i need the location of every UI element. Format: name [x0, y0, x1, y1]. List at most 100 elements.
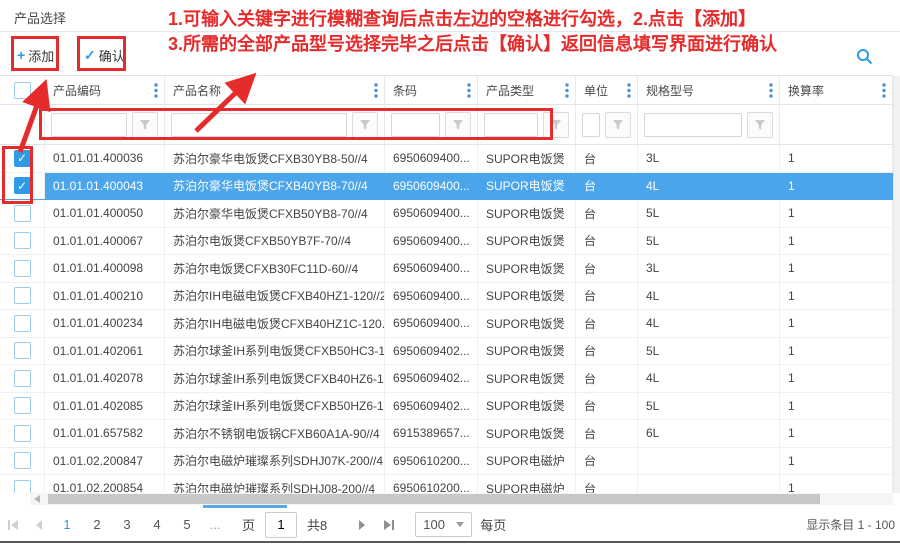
row-checkbox[interactable] [14, 480, 31, 493]
row-checkbox[interactable] [14, 287, 31, 304]
row-checkbox[interactable] [14, 425, 31, 442]
filter-funnel-icon[interactable] [747, 112, 773, 138]
page-number-input[interactable] [265, 512, 297, 538]
search-icon[interactable] [856, 48, 873, 65]
cell-unit: 台 [576, 310, 638, 337]
table-row[interactable]: 01.01.01.657582苏泊尔不锈钢电饭锅CFXB60A1A-90//46… [0, 420, 893, 448]
column-menu-icon[interactable] [467, 83, 471, 98]
cell-spec: 4L [638, 283, 780, 310]
cell-type: SUPOR电饭煲 [478, 420, 576, 447]
table-row[interactable]: 01.01.01.400098苏泊尔电饭煲CFXB30FC11D-60//469… [0, 255, 893, 283]
row-checkbox[interactable] [14, 232, 31, 249]
cell-spec: 3L [638, 145, 780, 172]
header-cell-spec[interactable]: 规格型号 [638, 76, 780, 104]
cell-spec: 5L [638, 228, 780, 255]
cell-type: SUPOR电饭煲 [478, 365, 576, 392]
column-menu-icon[interactable] [154, 83, 158, 98]
table-row[interactable]: 01.01.01.400234苏泊尔IH电磁电饭煲CFXB40HZ1C-120.… [0, 310, 893, 338]
scroll-left-icon[interactable] [34, 495, 40, 503]
cell-code: 01.01.02.200854 [45, 475, 165, 493]
window-bottom-edge [0, 541, 900, 543]
filter-input-spec[interactable] [644, 113, 742, 137]
row-checkbox[interactable] [14, 260, 31, 277]
select-all-checkbox[interactable] [14, 82, 31, 99]
page-number-1[interactable]: 1 [52, 517, 82, 532]
last-page-icon[interactable] [375, 519, 401, 531]
horizontal-scrollbar-thumb[interactable] [48, 494, 820, 504]
table-row[interactable]: 01.01.01.400050苏泊尔豪华电饭煲CFXB50YB8-70//469… [0, 200, 893, 228]
table-row[interactable]: 01.01.01.402061苏泊尔球釜IH系列电饭煲CFXB50HC3-1..… [0, 338, 893, 366]
row-checkbox[interactable] [14, 452, 31, 469]
product-select-window: 产品选择 + 添加 ✓ 确认 产品编码产品名称条码产品类型单位规格型号换算率 ✓… [0, 0, 900, 545]
column-menu-icon[interactable] [565, 83, 569, 98]
per-page-label: 每页 [480, 515, 506, 534]
cell-rate: 1 [780, 283, 893, 310]
cell-code: 01.01.01.400210 [45, 283, 165, 310]
column-menu-icon[interactable] [769, 83, 773, 98]
cell-spec: 4L [638, 173, 780, 200]
annotation-box-add [11, 36, 59, 71]
page-size-dropdown[interactable]: 100 [415, 512, 472, 537]
page-number-5[interactable]: 5 [172, 517, 202, 532]
prev-page-icon[interactable] [26, 519, 52, 531]
page-label: 页 [242, 515, 255, 534]
cell-name: 苏泊尔豪华电饭煲CFXB50YB8-70//4 [165, 200, 385, 227]
cell-name: 苏泊尔豪华电饭煲CFXB40YB8-70//4 [165, 173, 385, 200]
filter-input-unit[interactable] [582, 113, 600, 137]
annotation-box-checkboxes [2, 146, 33, 204]
cell-name: 苏泊尔电磁炉璀璨系列SDHJ07K-200//4 [165, 448, 385, 475]
table-row[interactable]: 01.01.01.402078苏泊尔球釜IH系列电饭煲CFXB40HZ6-1..… [0, 365, 893, 393]
page-number-4[interactable]: 4 [142, 517, 172, 532]
table-row[interactable]: 01.01.01.400067苏泊尔电饭煲CFXB50YB7F-70//4695… [0, 228, 893, 256]
column-menu-icon[interactable] [627, 83, 631, 98]
cell-name: 苏泊尔电磁炉璀璨系列SDHJ08-200//4 [165, 475, 385, 493]
row-checkbox-cell [0, 420, 45, 447]
cell-type: SUPOR电饭煲 [478, 393, 576, 420]
cell-unit: 台 [576, 420, 638, 447]
header-cell-type[interactable]: 产品类型 [478, 76, 576, 104]
page-number-2[interactable]: 2 [82, 517, 112, 532]
row-checkbox-cell [0, 448, 45, 475]
table-row[interactable]: 01.01.02.200847苏泊尔电磁炉璀璨系列SDHJ07K-200//46… [0, 448, 893, 476]
cell-spec: 5L [638, 200, 780, 227]
column-menu-icon[interactable] [882, 83, 886, 98]
page-ellipsis: ... [202, 517, 228, 532]
cell-spec [638, 448, 780, 475]
cell-name: 苏泊尔电饭煲CFXB50YB7F-70//4 [165, 228, 385, 255]
header-cell-name[interactable]: 产品名称 [165, 76, 385, 104]
cell-code: 01.01.01.400050 [45, 200, 165, 227]
table-row[interactable]: ✓01.01.01.400043苏泊尔豪华电饭煲CFXB40YB8-70//46… [0, 173, 893, 201]
page-size-value: 100 [423, 517, 445, 532]
cell-rate: 1 [780, 228, 893, 255]
cell-unit: 台 [576, 173, 638, 200]
header-label-name: 产品名称 [173, 82, 221, 99]
row-checkbox[interactable] [14, 315, 31, 332]
cell-code: 01.01.01.402061 [45, 338, 165, 365]
cell-code: 01.01.01.400234 [45, 310, 165, 337]
table-row[interactable]: 01.01.01.402085苏泊尔球釜IH系列电饭煲CFXB50HZ6-1..… [0, 393, 893, 421]
row-checkbox[interactable] [14, 205, 31, 222]
cell-rate: 1 [780, 475, 893, 493]
table-row[interactable]: 01.01.02.200854苏泊尔电磁炉璀璨系列SDHJ08-200//469… [0, 475, 893, 493]
table-row[interactable]: ✓01.01.01.400036苏泊尔豪华电饭煲CFXB30YB8-50//46… [0, 145, 893, 173]
header-cell-code[interactable]: 产品编码 [45, 76, 165, 104]
next-page-icon[interactable] [349, 519, 375, 531]
cell-name: 苏泊尔不锈钢电饭锅CFXB60A1A-90//4 [165, 420, 385, 447]
cell-barcode: 6950609400... [385, 173, 478, 200]
column-menu-icon[interactable] [374, 83, 378, 98]
cell-name: 苏泊尔球釜IH系列电饭煲CFXB50HZ6-1... [165, 393, 385, 420]
vertical-scrollbar[interactable] [893, 76, 900, 493]
row-checkbox[interactable] [14, 370, 31, 387]
row-checkbox[interactable] [14, 397, 31, 414]
row-checkbox[interactable] [14, 342, 31, 359]
page-number-3[interactable]: 3 [112, 517, 142, 532]
first-page-icon[interactable] [0, 519, 26, 531]
filter-funnel-icon[interactable] [605, 112, 631, 138]
dropdown-arrow-icon [456, 522, 464, 527]
cell-code: 01.01.01.657582 [45, 420, 165, 447]
table-row[interactable]: 01.01.01.400210苏泊尔IH电磁电饭煲CFXB40HZ1-120//… [0, 283, 893, 311]
cell-unit: 台 [576, 475, 638, 493]
header-cell-rate[interactable]: 换算率 [780, 76, 893, 104]
header-cell-unit[interactable]: 单位 [576, 76, 638, 104]
header-cell-barcode[interactable]: 条码 [385, 76, 478, 104]
